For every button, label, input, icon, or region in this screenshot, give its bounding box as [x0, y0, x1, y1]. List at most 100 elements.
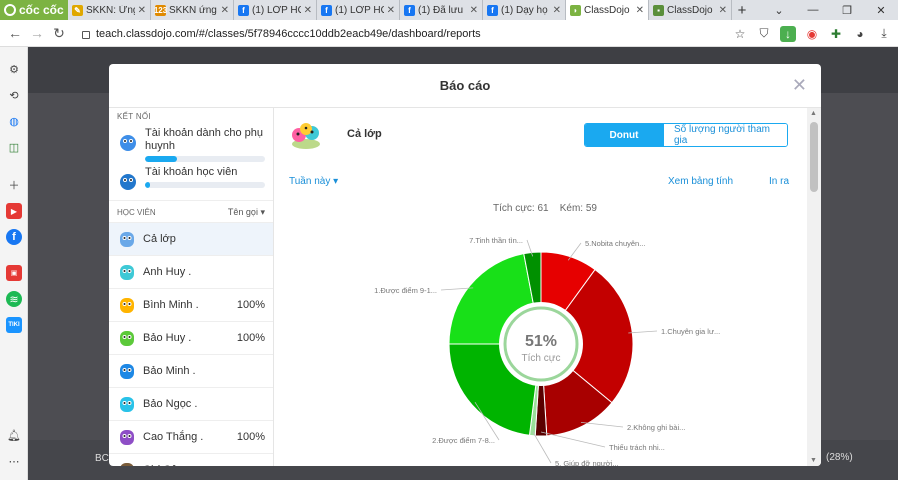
- url-text: teach.classdojo.com/#/classes/5f78946ccc…: [96, 27, 481, 40]
- tab-close-icon[interactable]: ✕: [138, 5, 146, 16]
- browser-sidebar: ⚙ ⟲ ◍ ◫ ＋ ▶ f ▣ ≋ TIKI 🔔︎ ⋯: [0, 47, 28, 480]
- scroll-up-icon[interactable]: ▲: [810, 110, 817, 117]
- modal-header: Báo cáo ✕: [109, 64, 821, 108]
- download-icon[interactable]: ⤓: [876, 26, 892, 42]
- monster-avatar-icon: [120, 135, 136, 151]
- slice-leader-line: [540, 431, 606, 448]
- browser-tab[interactable]: 123 SKKN ứng ✕: [151, 0, 234, 20]
- facebook-icon[interactable]: f: [6, 229, 22, 245]
- messenger-icon[interactable]: ◍: [6, 113, 22, 129]
- close-icon[interactable]: ✕: [792, 75, 807, 96]
- tab-title: (1) Đã lưu: [418, 4, 464, 16]
- tab-favicon-icon: 123: [153, 4, 168, 16]
- browser-tab[interactable]: f (1) LỚP HỌ ✕: [317, 0, 400, 20]
- browser-brand[interactable]: cốc cốc: [0, 0, 68, 20]
- restore-button[interactable]: ❐: [830, 4, 864, 17]
- extension-icon[interactable]: ◉: [804, 26, 820, 42]
- close-window-button[interactable]: ✕: [864, 4, 898, 17]
- students-header-row: HỌC VIÊN Tên gọi ▾: [109, 200, 273, 222]
- history-icon[interactable]: ⟲: [6, 87, 22, 103]
- forward-button[interactable]: →: [26, 25, 48, 41]
- student-row[interactable]: Cả lớp: [109, 222, 273, 255]
- tab-close-icon[interactable]: ✕: [553, 5, 561, 16]
- reload-button[interactable]: ↻: [48, 25, 70, 42]
- profile-icon[interactable]: ◕: [852, 26, 868, 42]
- account-progress-fill: [145, 156, 178, 162]
- browser-tab[interactable]: ✎ SKKN: Ứng ✕: [68, 0, 151, 20]
- student-name: Bảo Ngọc .: [143, 398, 198, 410]
- scrollbar-thumb[interactable]: [810, 122, 818, 192]
- tab-title: (1) LỚP HỌ: [335, 4, 384, 16]
- student-row[interactable]: Bảo Ngọc .: [109, 387, 273, 420]
- youtube-icon[interactable]: ▶: [6, 203, 22, 219]
- scroll-down-icon[interactable]: ▼: [810, 457, 817, 464]
- student-row[interactable]: Anh Huy .: [109, 255, 273, 288]
- tab-search-icon[interactable]: ⌄: [762, 4, 796, 17]
- modal-title: Báo cáo: [439, 78, 491, 93]
- browser-tab[interactable]: ▪ ClassDojo ✕: [649, 0, 732, 20]
- negative-count: 59: [585, 203, 597, 214]
- tab-favicon-icon: ◗: [570, 4, 581, 16]
- minimize-button[interactable]: —: [796, 4, 830, 16]
- url-field[interactable]: teach.classdojo.com/#/classes/5f78946ccc…: [82, 23, 712, 44]
- student-row[interactable]: Bảo Minh .: [109, 354, 273, 387]
- shield-icon[interactable]: ⛉: [756, 26, 772, 42]
- bookmark-star-icon[interactable]: ☆: [732, 26, 748, 42]
- account-row[interactable]: Tài khoản học viên: [109, 164, 273, 194]
- student-percent: 100%: [236, 431, 265, 443]
- student-name: Anh Huy .: [143, 266, 192, 278]
- browser-tab[interactable]: f (1) LỚP HỌ ✕: [234, 0, 317, 20]
- donut-tab[interactable]: Donut: [585, 124, 663, 146]
- period-dropdown[interactable]: Tuần này ▾: [289, 176, 338, 187]
- settings-icon[interactable]: ⚙: [6, 61, 22, 77]
- view-table-link[interactable]: Xem bảng tính: [668, 176, 733, 187]
- puzzle-icon[interactable]: ✚: [828, 26, 844, 42]
- student-name: Bảo Minh .: [143, 365, 196, 377]
- tab-close-icon[interactable]: ✕: [221, 5, 229, 16]
- address-bar: ← → ↻ teach.classdojo.com/#/classes/5f78…: [0, 20, 898, 47]
- tab-title: ClassDojo: [667, 4, 713, 16]
- student-row[interactable]: Bảo Huy . 100%: [109, 321, 273, 354]
- student-row[interactable]: Chí Công .: [109, 453, 273, 466]
- sort-dropdown[interactable]: Tên gọi ▾: [228, 207, 265, 218]
- caret-down-icon: ▾: [333, 176, 339, 187]
- account-row[interactable]: Tài khoản dành cho phụ huynh: [109, 125, 273, 164]
- new-tab-button[interactable]: +: [732, 2, 752, 19]
- account-progress-bar: [145, 182, 265, 188]
- view-toggle: Donut Số lượng người tham gia: [584, 123, 788, 147]
- scrollbar[interactable]: ▲ ▼: [807, 108, 821, 466]
- browser-tab[interactable]: ◗ ClassDojo ✕: [566, 0, 649, 20]
- tab-close-icon[interactable]: ✕: [470, 5, 478, 16]
- student-avatar-icon: [120, 232, 134, 247]
- browser-tab[interactable]: f (1) Dạy họ ✕: [483, 0, 566, 20]
- shop-icon[interactable]: ▣: [6, 265, 22, 281]
- tab-close-icon[interactable]: ✕: [719, 5, 727, 16]
- positive-count: 61: [537, 203, 549, 214]
- tab-favicon-icon: f: [321, 4, 332, 16]
- student-avatar-icon: [120, 364, 134, 379]
- print-link[interactable]: In ra: [769, 176, 789, 187]
- download-ext-icon[interactable]: ↓: [780, 25, 796, 42]
- donut-chart-svg: 5.Nobita chuyên... 1.Chuyên gia lư... 2.Kh…: [374, 236, 720, 466]
- spotify-icon[interactable]: ≋: [6, 291, 22, 307]
- game-icon[interactable]: ◫: [6, 139, 22, 155]
- totals: Tích cực: 61 Kém: 59: [493, 203, 597, 214]
- student-avatar-icon: [120, 397, 134, 412]
- student-avatar-icon: [120, 298, 134, 313]
- more-icon[interactable]: ⋯: [6, 453, 22, 469]
- student-row[interactable]: Cao Thắng . 100%: [109, 420, 273, 453]
- participation-tab[interactable]: Số lượng người tham gia: [663, 124, 787, 146]
- tab-close-icon[interactable]: ✕: [304, 5, 312, 16]
- center-value: 51%: [525, 333, 557, 350]
- student-percent: 100%: [236, 299, 265, 311]
- class-name: Cả lớp: [347, 128, 382, 140]
- browser-tab[interactable]: f (1) Đã lưu ✕: [400, 0, 483, 20]
- tab-close-icon[interactable]: ✕: [636, 5, 644, 16]
- add-icon[interactable]: ＋: [6, 177, 22, 193]
- back-button[interactable]: ←: [4, 25, 26, 41]
- notification-bell-icon[interactable]: 🔔︎: [6, 427, 22, 443]
- tiki-icon[interactable]: TIKI: [6, 317, 22, 333]
- tab-close-icon[interactable]: ✕: [387, 5, 395, 16]
- student-row[interactable]: Bình Minh . 100%: [109, 288, 273, 321]
- student-panel: KẾT NỐI Tài khoản dành cho phụ huynh Tài …: [109, 108, 274, 466]
